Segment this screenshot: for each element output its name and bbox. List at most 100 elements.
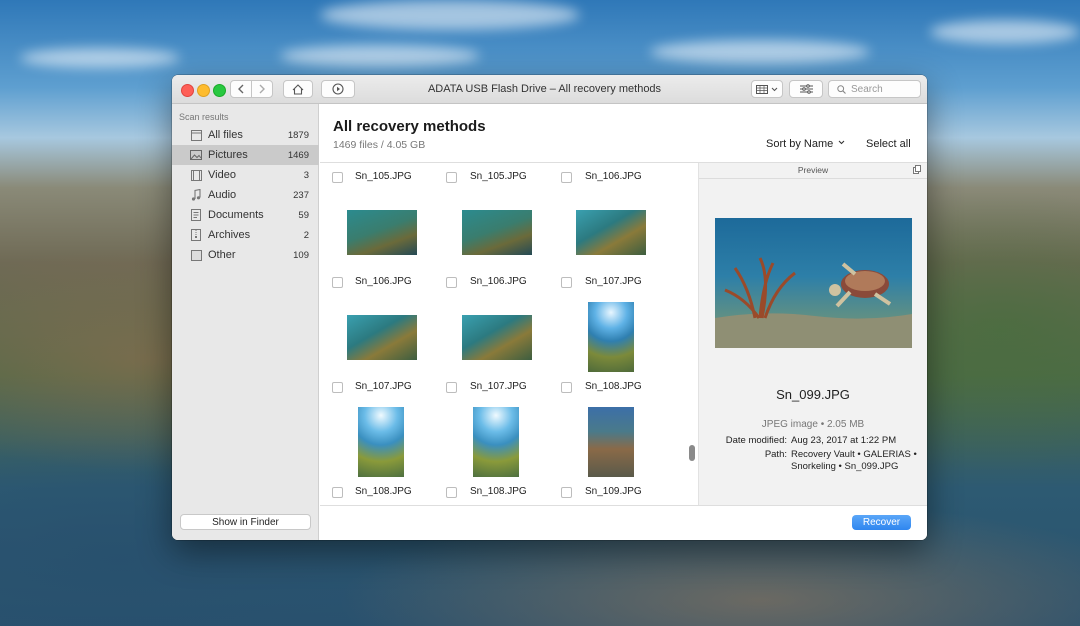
wallpaper-cloud <box>930 20 1080 44</box>
sidebar-item-count: 59 <box>298 209 309 221</box>
file-checkbox[interactable] <box>446 172 457 183</box>
preview-filename: Sn_099.JPG <box>776 387 850 402</box>
preview-header: Preview <box>699 163 927 179</box>
file-thumbnail[interactable] <box>462 315 532 360</box>
sort-label: Sort by Name <box>766 138 834 150</box>
file-thumbnail[interactable] <box>473 407 519 477</box>
title-bar: ADATA USB Flash Drive – All recovery met… <box>172 75 927 104</box>
sidebar-item-all-files[interactable]: All files 1879 <box>172 125 319 145</box>
file-checkbox[interactable] <box>332 487 343 498</box>
pictures-icon <box>190 149 202 161</box>
file-name: Sn_107.JPG <box>585 276 642 287</box>
filter-button[interactable] <box>789 80 823 98</box>
file-name: Sn_109.JPG <box>585 486 642 497</box>
sidebar-item-video[interactable]: Video 3 <box>172 165 319 185</box>
sidebar-item-other[interactable]: Other 109 <box>172 245 319 265</box>
sidebar-item-archives[interactable]: Archives 2 <box>172 225 319 245</box>
sidebar-header: Scan results <box>179 112 229 122</box>
chevron-right-icon <box>259 84 265 94</box>
file-name: Sn_105.JPG <box>470 171 527 182</box>
file-checkbox[interactable] <box>446 487 457 498</box>
sidebar-item-documents[interactable]: Documents 59 <box>172 205 319 225</box>
home-icon <box>292 83 304 95</box>
file-checkbox[interactable] <box>332 277 343 288</box>
file-thumbnail[interactable] <box>358 407 404 477</box>
sidebar-item-audio[interactable]: Audio 237 <box>172 185 319 205</box>
file-name: Sn_105.JPG <box>355 171 412 182</box>
close-window-button[interactable] <box>181 84 194 97</box>
file-thumbnail[interactable] <box>347 315 417 360</box>
path-value-line2: Snorkeling • Sn_099.JPG <box>791 461 899 472</box>
file-checkbox[interactable] <box>561 382 572 393</box>
music-note-icon <box>190 189 202 201</box>
bottom-bar: Recover <box>320 505 927 540</box>
other-file-icon <box>190 249 202 261</box>
show-in-finder-button[interactable]: Show in Finder <box>180 514 311 530</box>
file-checkbox[interactable] <box>561 277 572 288</box>
home-button[interactable] <box>283 80 313 98</box>
wallpaper-cloud <box>280 45 480 67</box>
path-value-line1: Recovery Vault • GALERIAS • <box>791 449 917 460</box>
files-icon <box>190 129 202 141</box>
sidebar-item-label: Other <box>208 249 236 261</box>
sidebar-item-count: 1879 <box>287 129 309 141</box>
chevron-left-icon <box>238 84 244 94</box>
sidebar-item-count: 237 <box>293 189 309 201</box>
file-name: Sn_106.JPG <box>355 276 412 287</box>
file-name: Sn_106.JPG <box>585 171 642 182</box>
file-thumbnail[interactable] <box>576 210 646 255</box>
chevron-down-icon <box>771 87 778 91</box>
sidebar-item-count: 3 <box>303 169 309 181</box>
sidebar-item-count: 109 <box>293 249 309 261</box>
resume-scan-button[interactable] <box>321 80 355 98</box>
preview-image <box>715 218 912 348</box>
view-mode-button[interactable] <box>751 80 783 98</box>
zoom-window-button[interactable] <box>213 84 226 97</box>
sliders-icon <box>799 84 813 94</box>
file-checkbox[interactable] <box>446 382 457 393</box>
file-checkbox[interactable] <box>332 172 343 183</box>
file-thumbnail[interactable] <box>347 210 417 255</box>
file-thumbnail[interactable] <box>588 407 634 477</box>
video-icon <box>190 169 202 181</box>
file-checkbox[interactable] <box>332 382 343 393</box>
grid-view-icon <box>756 84 768 94</box>
forward-button[interactable] <box>251 80 273 98</box>
documents-icon <box>190 209 202 221</box>
search-placeholder: Search <box>851 83 883 95</box>
sidebar-item-label: Video <box>208 169 236 181</box>
file-name: Sn_108.JPG <box>470 486 527 497</box>
file-checkbox[interactable] <box>446 277 457 288</box>
search-input[interactable]: Search <box>828 80 921 98</box>
sidebar-item-label: Pictures <box>208 149 248 161</box>
sidebar-item-pictures[interactable]: Pictures 1469 <box>172 145 319 165</box>
file-checkbox[interactable] <box>561 487 572 498</box>
preview-pane: Preview Sn_099.JPG JPEG image • 2.05 MB … <box>699 163 927 505</box>
file-checkbox[interactable] <box>561 172 572 183</box>
window-title: ADATA USB Flash Drive – All recovery met… <box>427 83 662 95</box>
wallpaper-cloud <box>20 48 180 68</box>
page-title: All recovery methods <box>333 118 486 135</box>
file-name: Sn_108.JPG <box>355 486 412 497</box>
sidebar-item-label: Archives <box>208 229 251 241</box>
wallpaper-cloud <box>320 0 580 30</box>
file-thumbnail[interactable] <box>462 210 532 255</box>
sidebar-item-label: Documents <box>208 209 264 221</box>
path-label: Path: <box>764 449 787 460</box>
copy-icon[interactable] <box>913 165 921 174</box>
file-summary: 1469 files / 4.05 GB <box>333 139 426 151</box>
select-all-button[interactable]: Select all <box>866 138 911 150</box>
sort-dropdown[interactable]: Sort by Name <box>766 138 845 150</box>
content-header: All recovery methods 1469 files / 4.05 G… <box>320 104 927 163</box>
file-grid: Sn_105.JPG Sn_105.JPG Sn_106.JPG Sn_106.… <box>320 163 687 505</box>
recover-button[interactable]: Recover <box>852 515 911 530</box>
back-button[interactable] <box>230 80 252 98</box>
file-name: Sn_107.JPG <box>355 381 412 392</box>
file-thumbnail[interactable] <box>588 302 634 372</box>
sidebar-item-count: 1469 <box>287 149 309 161</box>
minimize-window-button[interactable] <box>197 84 210 97</box>
sidebar-item-label: All files <box>208 129 243 141</box>
file-name: Sn_106.JPG <box>470 276 527 287</box>
file-name: Sn_108.JPG <box>585 381 642 392</box>
grid-scrollbar[interactable] <box>689 445 695 461</box>
